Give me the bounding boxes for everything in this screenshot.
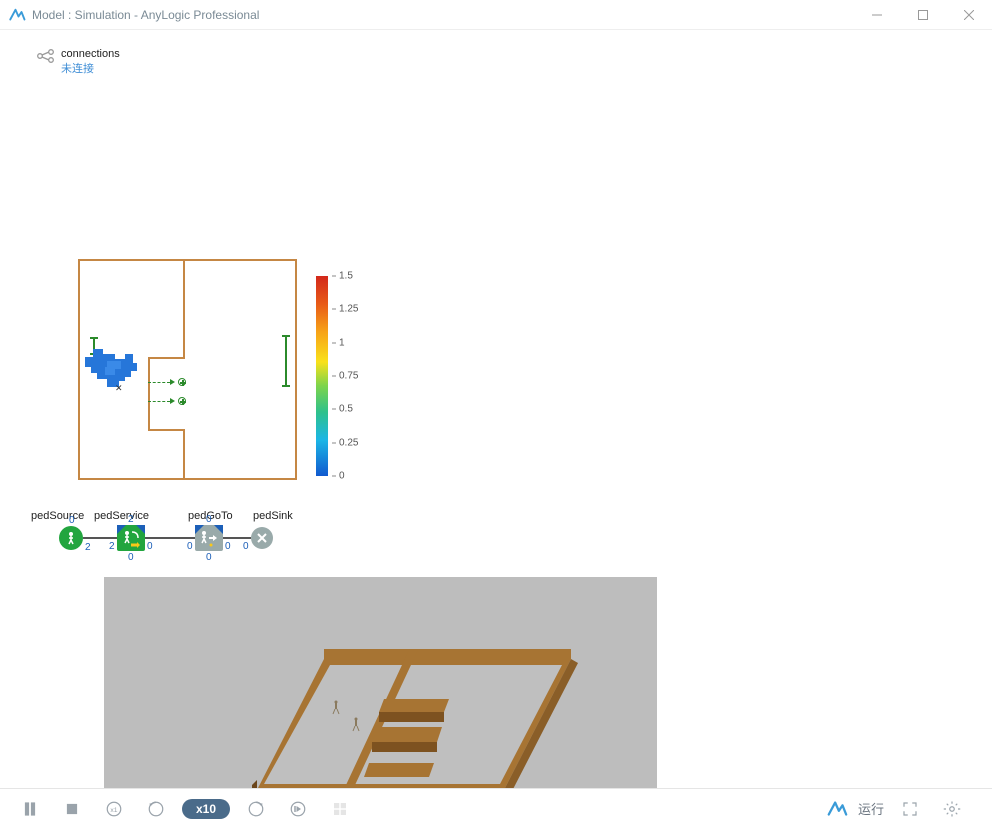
service-arrow-2 bbox=[148, 397, 186, 405]
legend-tick: 0.25 bbox=[339, 437, 358, 448]
window-title: Model : Simulation - AnyLogic Profession… bbox=[32, 8, 854, 22]
ped-goto-block[interactable] bbox=[195, 525, 223, 551]
legend-tick: 1 bbox=[339, 337, 345, 348]
connections-label: connections bbox=[61, 48, 120, 60]
speed-indicator[interactable]: x10 bbox=[182, 799, 230, 819]
svg-text:x1: x1 bbox=[110, 807, 117, 814]
block-label: pedGoTo bbox=[188, 510, 253, 522]
density-blob bbox=[85, 349, 140, 391]
block-label: pedSink bbox=[253, 510, 293, 522]
port-count: 0 bbox=[243, 541, 249, 552]
ped-sink-block[interactable] bbox=[251, 527, 273, 549]
pedestrian-marker-icon: ✕ bbox=[115, 383, 123, 394]
close-button[interactable] bbox=[946, 0, 992, 30]
legend-tick: 0.5 bbox=[339, 404, 353, 415]
connections-status: 未连接 bbox=[61, 60, 120, 76]
maximize-button[interactable] bbox=[900, 0, 946, 30]
floor-3d-render bbox=[104, 577, 657, 788]
port-count: 2 bbox=[128, 514, 134, 525]
legend-tick: 1.25 bbox=[339, 304, 358, 315]
process-flow[interactable]: pedSource pedService pedGoTo pedSink 0 2… bbox=[31, 510, 293, 551]
legend-gradient bbox=[316, 276, 328, 476]
target-line-right bbox=[285, 336, 287, 386]
view-3d[interactable] bbox=[104, 577, 657, 788]
density-legend: 1.5 1.25 1 0.75 0.5 0.25 0 bbox=[316, 276, 332, 476]
speed-reset-button[interactable]: x1 bbox=[98, 793, 130, 825]
fullscreen-button[interactable] bbox=[894, 793, 926, 825]
port-count: 2 bbox=[85, 542, 91, 553]
anylogic-logo-icon bbox=[8, 6, 26, 24]
legend-tick: 1.5 bbox=[339, 271, 353, 282]
run-status-label: 运行 bbox=[858, 799, 884, 818]
port-count: 0 bbox=[128, 552, 134, 563]
minimize-button[interactable] bbox=[854, 0, 900, 30]
ped-service-block[interactable] bbox=[117, 525, 145, 551]
port-count: 0 bbox=[206, 552, 212, 563]
connections-indicator[interactable]: connections 未连接 bbox=[37, 48, 120, 76]
settings-button[interactable] bbox=[936, 793, 968, 825]
connections-icon bbox=[37, 49, 55, 63]
title-bar: Model : Simulation - AnyLogic Profession… bbox=[0, 0, 992, 30]
stop-button[interactable] bbox=[56, 793, 88, 825]
simulation-canvas[interactable]: connections 未连接 ✕ 1.5 1.25 1 0.75 0.5 0.… bbox=[0, 30, 992, 788]
toggle-view-button[interactable] bbox=[324, 793, 356, 825]
speed-up-button[interactable] bbox=[240, 793, 272, 825]
ped-source-block[interactable] bbox=[59, 526, 83, 550]
floorplan-2d[interactable]: ✕ bbox=[78, 259, 297, 480]
control-bar: x1 x10 运行 bbox=[0, 788, 992, 828]
anylogic-icon[interactable] bbox=[826, 798, 848, 820]
port-count: 0 bbox=[206, 514, 212, 525]
legend-tick: 0 bbox=[339, 471, 345, 482]
port-count: 0 bbox=[225, 541, 231, 552]
legend-tick: 0.75 bbox=[339, 371, 358, 382]
slow-down-button[interactable] bbox=[140, 793, 172, 825]
port-count: 0 bbox=[187, 541, 193, 552]
connector bbox=[223, 537, 251, 539]
connector bbox=[83, 537, 117, 539]
port-count: 2 bbox=[109, 541, 115, 552]
real-time-button[interactable] bbox=[282, 793, 314, 825]
port-count: 0 bbox=[69, 515, 75, 526]
block-label: pedSource bbox=[31, 510, 94, 522]
pause-button[interactable] bbox=[14, 793, 46, 825]
connector bbox=[145, 537, 195, 539]
service-arrow-1 bbox=[148, 378, 186, 386]
port-count: 0 bbox=[147, 541, 153, 552]
